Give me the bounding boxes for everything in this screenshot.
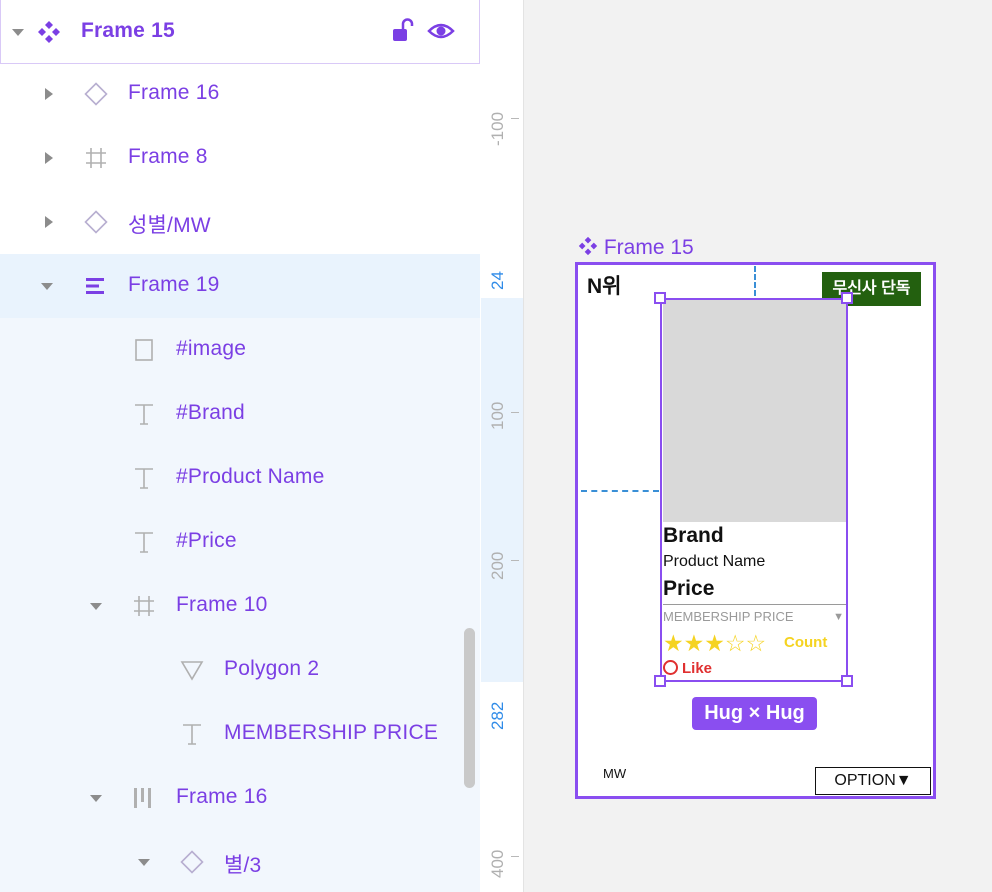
layer-frame-19[interactable]: Frame 19 [0,254,480,318]
layer-label: Frame 19 [128,273,220,296]
text-icon [135,404,153,425]
layer-label: Frame 16 [128,81,220,104]
layer-product-name[interactable]: #Product Name [0,446,480,510]
layers-panel: Frame 15 Frame 16 Frame 8 성별/MW Frame 19 [0,0,482,892]
frame-name-label[interactable]: Frame 15 [578,236,694,260]
layer-label: MEMBERSHIP PRICE [224,721,439,744]
diamond-icon [84,82,108,106]
layer-label: #Product Name [176,465,325,488]
text-icon [183,724,201,745]
ruler-tick [511,412,519,413]
frame-name-text: Frame 15 [603,236,694,259]
ruler-tick [511,856,519,857]
chevron-down-icon[interactable] [137,854,151,870]
diamond-icon [180,850,204,874]
resize-handle-bottom-right[interactable] [841,675,853,687]
layer-label: #image [176,337,247,360]
frame-grid-icon [86,148,106,168]
layer-membership-price[interactable]: MEMBERSHIP PRICE [0,702,480,766]
layer-label: Frame 10 [176,593,268,616]
ruler-tick [511,118,519,119]
layer-label: #Brand [176,401,245,424]
layer-gender[interactable]: 성별/MW [0,190,480,254]
layer-image[interactable]: #image [0,318,480,382]
ruler-label: 200 [488,551,507,580]
layer-label: 성별/MW [128,214,211,237]
layer-frame-15[interactable]: Frame 15 [0,0,480,64]
chevron-right-icon[interactable] [42,150,56,166]
chevron-down-icon[interactable] [89,598,103,614]
layer-label: Frame 8 [128,145,208,168]
spacing-guide-vertical [754,266,756,296]
layer-frame-10[interactable]: Frame 10 [0,574,480,638]
unlock-icon[interactable] [392,18,414,44]
layers-scrollbar[interactable] [464,628,475,788]
component-icon [38,21,60,43]
vertical-stack-icon [86,278,104,294]
rectangle-icon [135,339,153,361]
layer-frame-16-stack[interactable]: Frame 16 [0,766,480,830]
ruler-label: -100 [488,111,507,146]
ruler-label-selection-end: 282 [488,701,507,730]
ruler-selection-highlight [481,298,523,682]
chevron-down-icon[interactable] [89,790,103,806]
spacing-guide-horizontal [581,490,659,492]
size-badge[interactable]: Hug × Hug [692,697,817,730]
text-icon [135,532,153,553]
chevron-down-icon[interactable] [11,24,25,40]
rank-text: N위 [587,275,622,298]
layer-label: #Price [176,529,237,552]
frame-19-selection[interactable] [660,298,848,682]
gender-text: MW [603,766,627,781]
diamond-icon [84,210,108,234]
chevron-down-icon[interactable] [40,278,54,294]
layer-frame-8[interactable]: Frame 8 [0,126,480,190]
triangle-icon [180,661,204,681]
resize-handle-top-left[interactable] [654,292,666,304]
component-icon [578,236,598,256]
frame-grid-icon [134,596,154,616]
layer-label: Frame 16 [176,785,268,808]
layer-label: Polygon 2 [224,657,320,680]
chevron-right-icon[interactable] [42,86,56,102]
layer-label: Frame 15 [81,19,175,42]
text-icon [135,468,153,489]
ruler-label: 400 [488,849,507,878]
horizontal-stack-icon [134,788,151,808]
eye-icon[interactable] [427,20,455,42]
resize-handle-bottom-left[interactable] [654,675,666,687]
ruler-label-selection-start: 24 [488,271,507,290]
layer-polygon-2[interactable]: Polygon 2 [0,638,480,702]
layer-star-3[interactable]: 별/3 [0,830,480,892]
resize-handle-top-right[interactable] [841,292,853,304]
layer-label: 별/3 [224,854,262,877]
layer-brand[interactable]: #Brand [0,382,480,446]
layer-price[interactable]: #Price [0,510,480,574]
layer-frame-16[interactable]: Frame 16 [0,62,480,126]
chevron-right-icon[interactable] [42,214,56,230]
ruler-tick [511,560,519,561]
ruler-label: 100 [488,401,507,430]
option-button: OPTION▼ [815,767,931,795]
vertical-ruler: -100 24 100 200 282 400 [481,0,524,892]
